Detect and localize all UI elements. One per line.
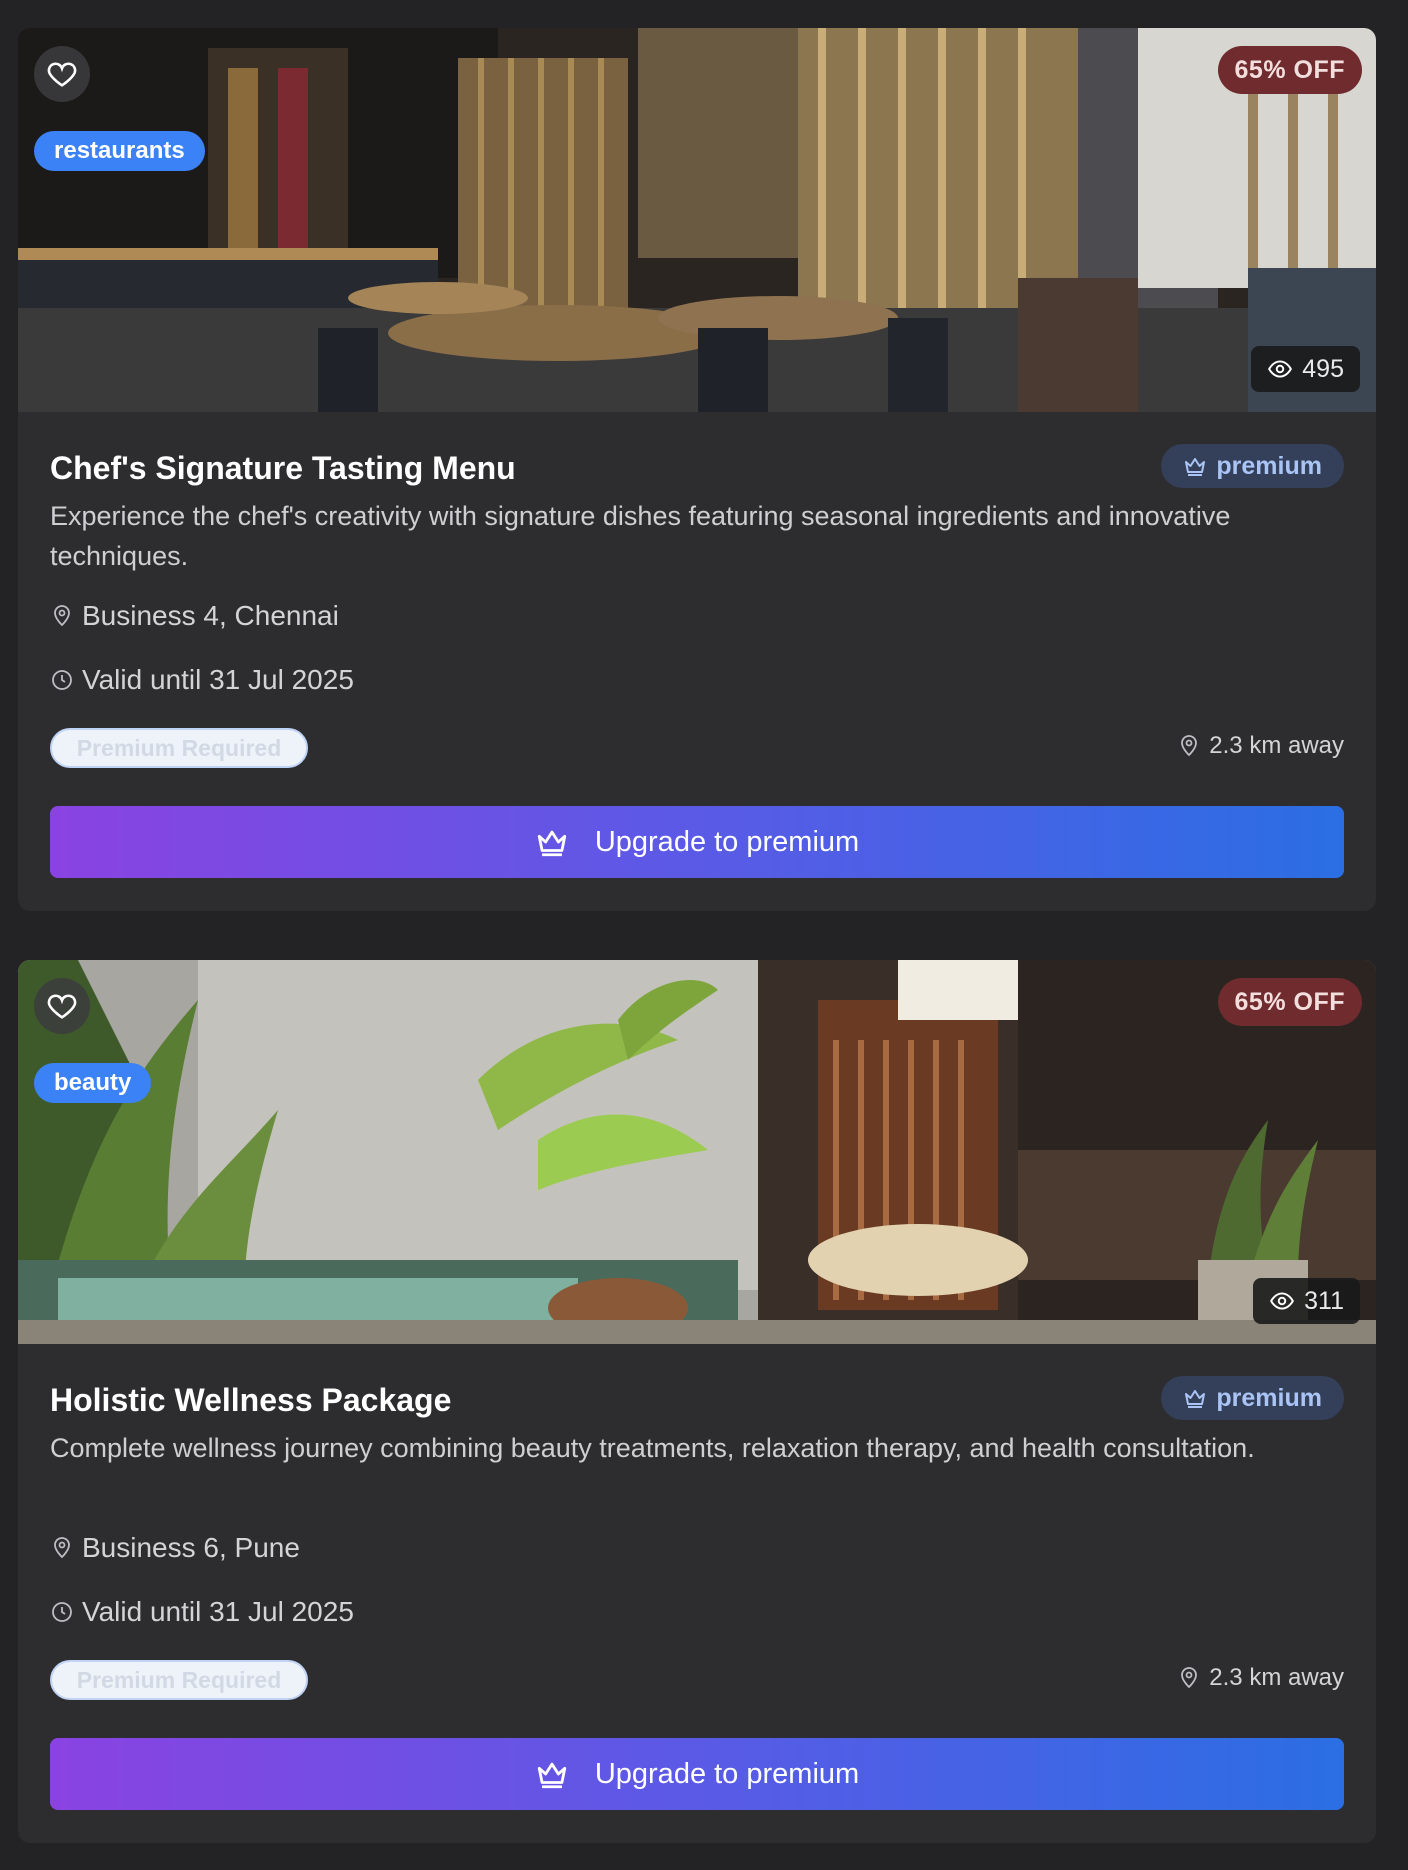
offer-card[interactable]: restaurants 65% OFF 495 Chef's Signature… [18,28,1376,911]
upgrade-button[interactable]: Upgrade to premium [50,806,1344,878]
location-row: Business 4, Chennai [50,600,339,632]
category-badge: restaurants [34,131,205,171]
favorite-button[interactable] [34,978,90,1034]
tier-badge: premium [1161,444,1344,488]
tier-label: premium [1216,452,1322,480]
distance-text: 2.3 km away [1209,732,1344,759]
heart-icon [47,62,77,87]
offer-description: Experience the chef's creativity with si… [50,501,1231,571]
views-badge: 311 [1253,1278,1360,1324]
eye-icon [1268,360,1293,378]
offer-card[interactable]: beauty 65% OFF 311 Holistic Wellness Pac… [18,960,1376,1843]
validity-row: Valid until 31 Jul 2025 [50,664,354,696]
offer-description: Complete wellness journey combining beau… [50,1433,1255,1463]
validity-text: Valid until 31 Jul 2025 [82,664,354,695]
views-badge: 495 [1251,346,1360,392]
offer-image: beauty 65% OFF 311 [18,960,1376,1344]
views-count: 311 [1304,1287,1344,1315]
offer-title: Chef's Signature Tasting Menu [50,450,516,486]
validity-text: Valid until 31 Jul 2025 [82,1596,354,1627]
distance-text: 2.3 km away [1209,1664,1344,1691]
crown-icon [537,830,566,857]
upgrade-label: Upgrade to premium [594,825,860,858]
premium-required-badge: Premium Required [50,728,308,768]
offers-feed: restaurants 65% OFF 495 Chef's Signature… [0,0,1408,1870]
category-badge: beauty [34,1063,152,1103]
spa-photo [18,960,1376,1344]
clock-icon [52,670,72,690]
distance-info: 2.3 km away [1177,1664,1344,1692]
heart-icon [47,994,77,1019]
location-text: Business 6, Pune [82,1532,300,1563]
clock-icon [52,1602,72,1622]
views-count: 495 [1302,355,1344,383]
distance-info: 2.3 km away [1177,732,1344,760]
map-pin-icon [54,1537,70,1559]
crown-icon [537,1762,566,1789]
discount-badge: 65% OFF [1217,46,1362,94]
tier-badge: premium [1161,1376,1344,1420]
location-row: Business 6, Pune [50,1532,300,1564]
map-pin-icon [1181,1667,1198,1689]
eye-icon [1270,1292,1295,1310]
discount-badge: 65% OFF [1217,978,1362,1026]
crown-icon [1185,1390,1206,1408]
location-text: Business 4, Chennai [82,600,339,631]
tier-label: premium [1216,1384,1322,1412]
offer-title: Holistic Wellness Package [50,1382,452,1418]
premium-required-badge: Premium Required [50,1660,308,1700]
crown-icon [1185,458,1206,476]
offer-image: restaurants 65% OFF 495 [18,28,1376,412]
upgrade-button[interactable]: Upgrade to premium [50,1738,1344,1810]
map-pin-icon [1181,735,1198,757]
favorite-button[interactable] [34,46,90,102]
restaurant-photo [18,28,1376,412]
upgrade-label: Upgrade to premium [594,1757,860,1790]
validity-row: Valid until 31 Jul 2025 [50,1596,354,1628]
map-pin-icon [54,605,70,627]
